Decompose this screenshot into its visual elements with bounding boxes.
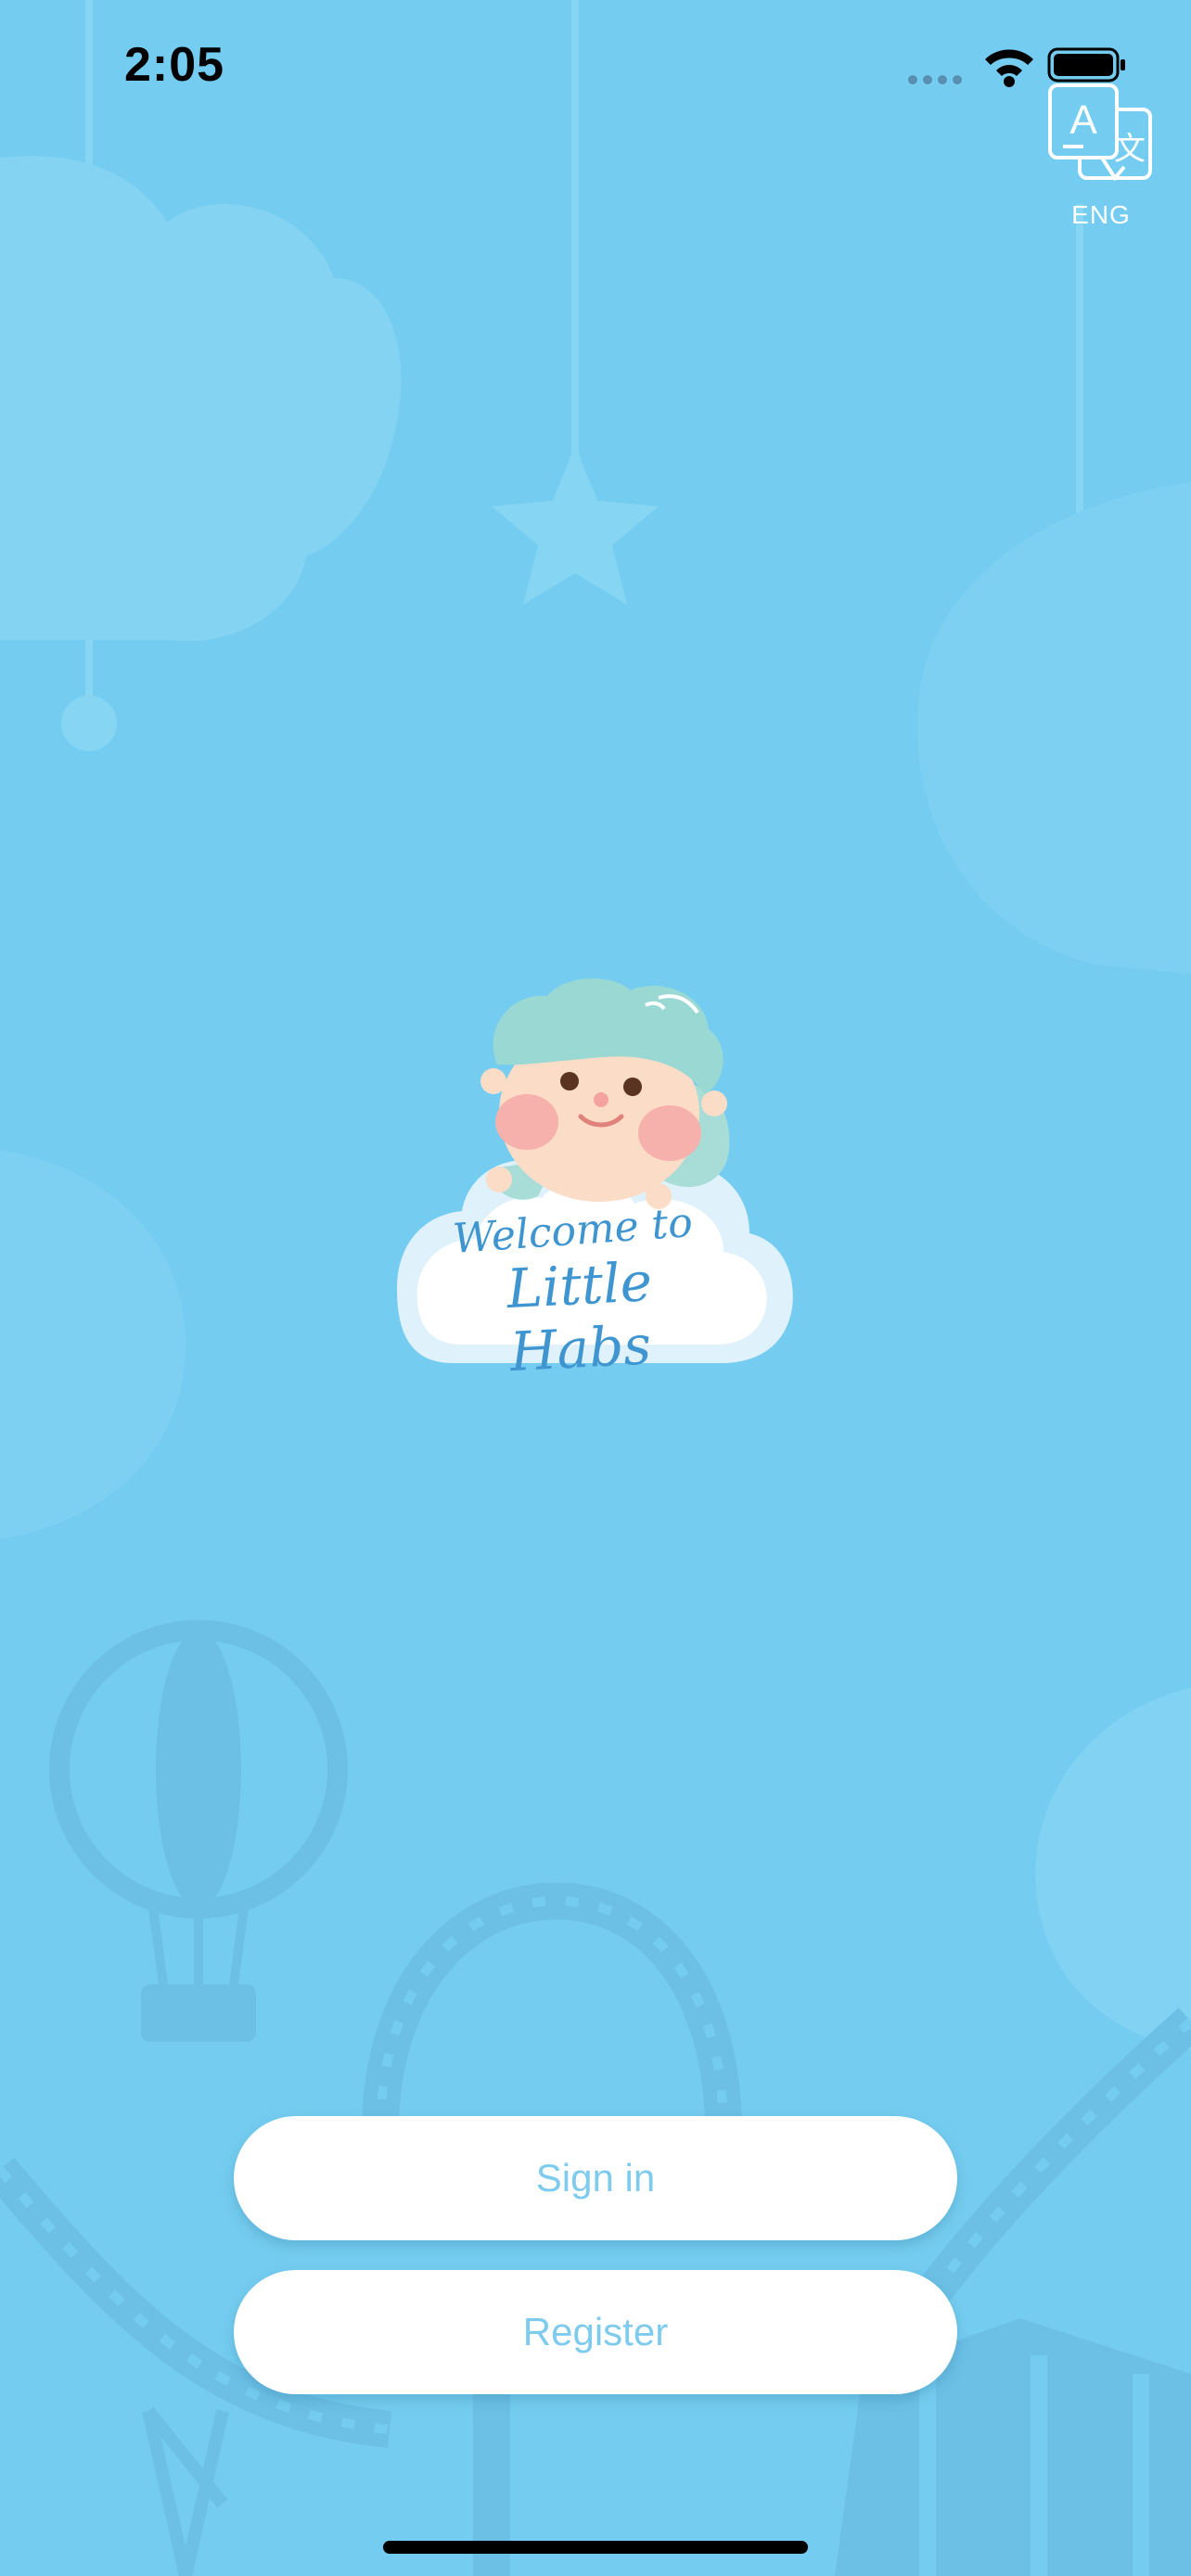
app-logo: Welcome to Little Habs: [390, 964, 798, 1384]
language-selector-button[interactable]: A 文 ENG: [1046, 82, 1156, 230]
svg-text:A: A: [1069, 97, 1097, 143]
status-time: 2:05: [124, 38, 225, 92]
battery-icon: [1047, 47, 1125, 83]
register-button[interactable]: Register: [234, 2270, 957, 2394]
sign-in-button[interactable]: Sign in: [234, 2116, 957, 2240]
translate-icon: A 文: [1048, 83, 1152, 182]
language-label: ENG: [1071, 200, 1131, 229]
logo-text-brand: Little Habs: [505, 1250, 654, 1384]
wifi-icon: [985, 49, 1033, 87]
svg-text:文: 文: [1114, 131, 1146, 168]
status-bar: 2:05: [0, 0, 1191, 130]
star-shape: [492, 445, 659, 605]
signal-dots-icon: [908, 75, 962, 84]
cloud-shape: [0, 156, 402, 642]
home-indicator[interactable]: [383, 2541, 808, 2554]
